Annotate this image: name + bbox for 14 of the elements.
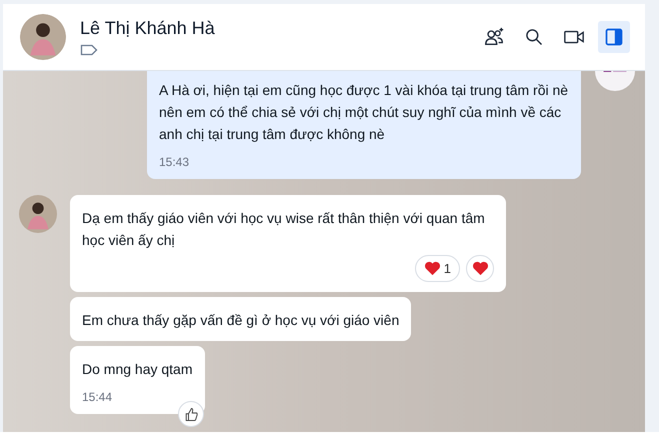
message-time: 15:44 xyxy=(82,390,114,404)
side-panel-icon[interactable] xyxy=(598,21,630,53)
tag-icon[interactable] xyxy=(80,44,98,56)
message-text: Em chưa thấy gặp vấn đề gì ở học vụ với giáo viên xyxy=(82,311,400,330)
message-text: A Hà ơi, hiện tại em cũng học được 1 vài khóa tại trung tâm rồi nè nên em có thể chia sẻ với chị một chút suy nghĩ của mình về các anh chị tại trung tâm được không nè xyxy=(159,81,569,144)
message-time: 15:43 xyxy=(159,155,190,169)
avatar[interactable] xyxy=(19,195,57,233)
avatar[interactable] xyxy=(20,14,66,60)
message-text: Do mng hay qtam xyxy=(82,360,192,379)
reaction-count[interactable]: 1 xyxy=(414,255,460,282)
message-text: Dạ em thấy giáo viên với học vụ wise rất thân thiện với quan tâm học viên ấy chị xyxy=(82,209,486,250)
heart-icon xyxy=(424,261,441,276)
thumbs-up-icon[interactable] xyxy=(178,401,204,427)
contact-name: Lê Thị Khánh Hà xyxy=(80,18,215,39)
